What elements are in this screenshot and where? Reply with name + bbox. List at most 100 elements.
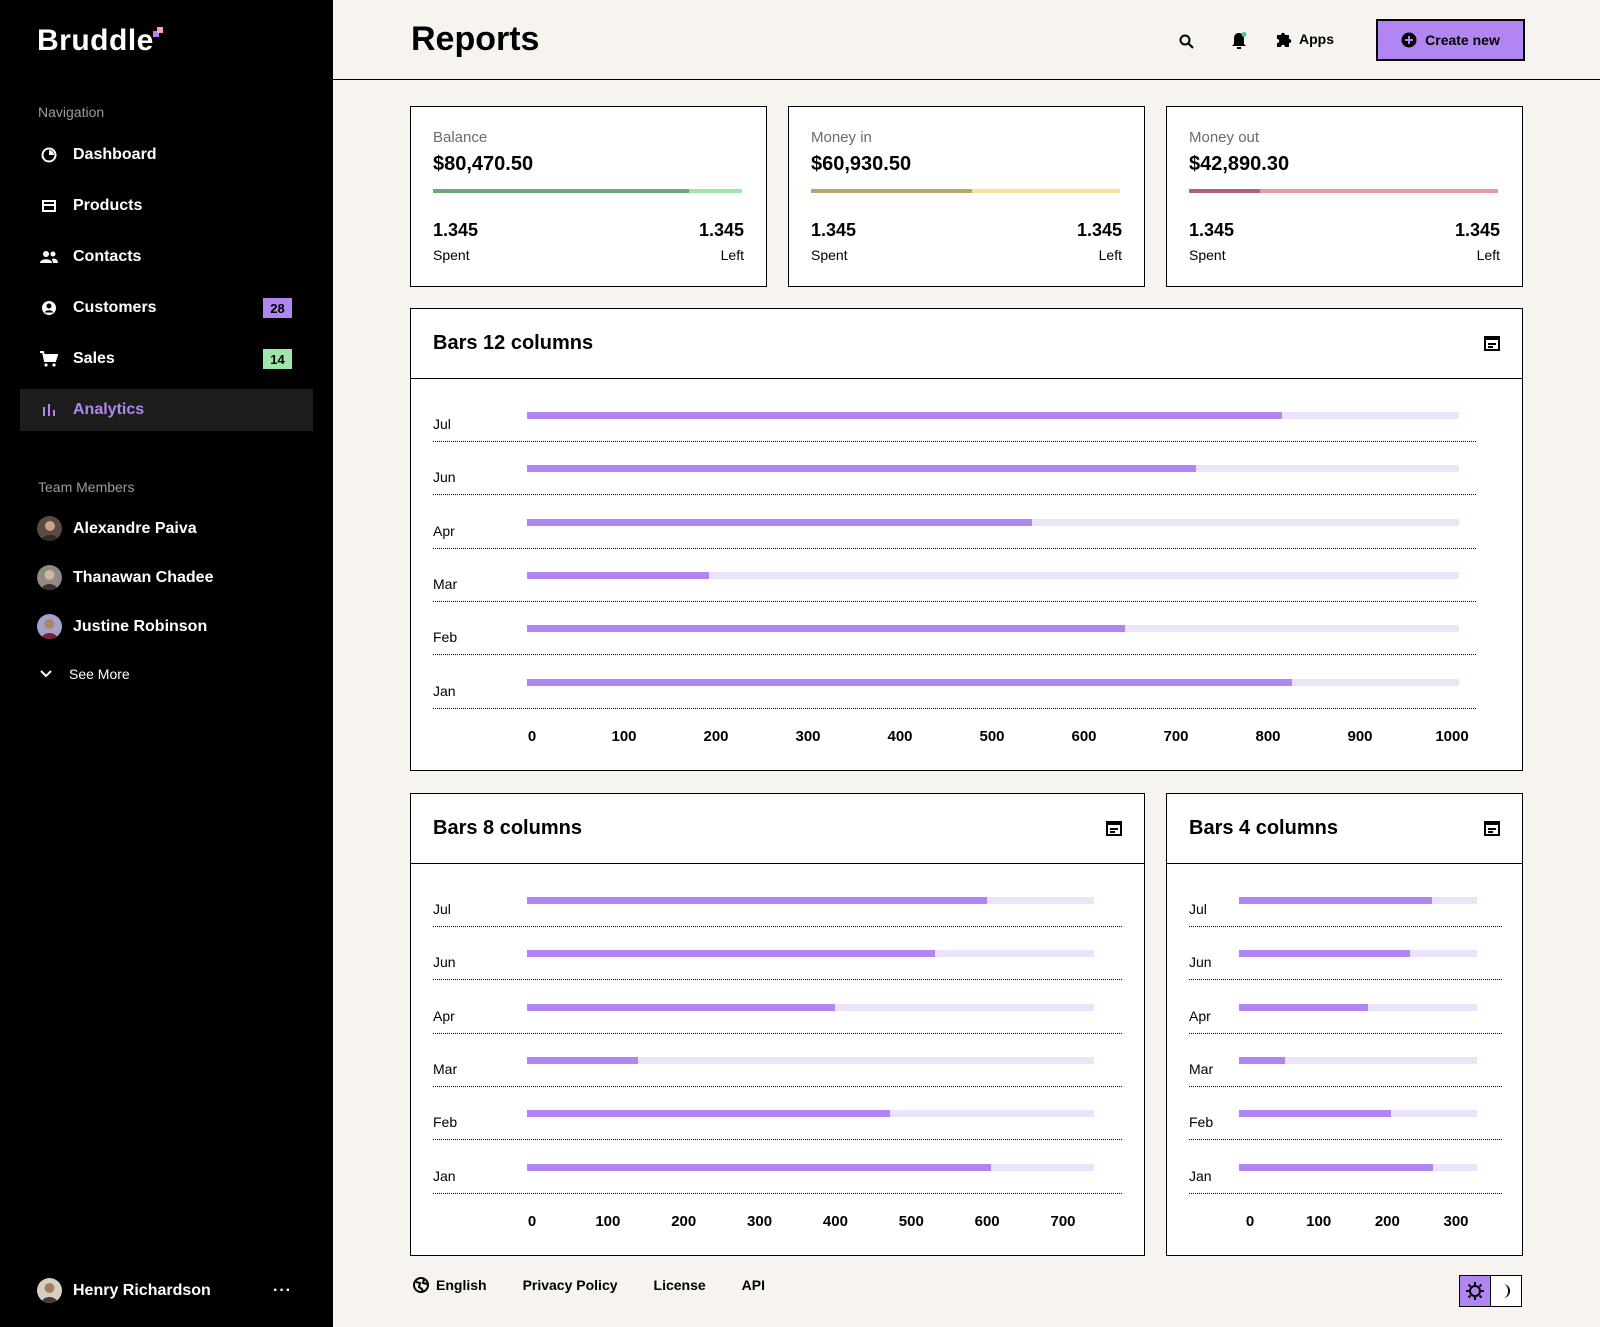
nav-item-products[interactable]: Products <box>20 185 313 227</box>
x-tick-label: 600 <box>974 1213 1000 1230</box>
team-member[interactable]: Justine Robinson <box>37 614 207 639</box>
create-new-button[interactable]: Create new <box>1376 19 1525 61</box>
row-divider <box>433 707 1476 709</box>
category-label: Jul <box>433 901 451 917</box>
more-options-icon[interactable]: ··· <box>273 1282 292 1300</box>
x-tick-label: 700 <box>1163 728 1189 745</box>
bar-track <box>1239 1056 1477 1064</box>
left-value: 1.345 <box>1454 220 1500 240</box>
bar-mar <box>527 571 710 579</box>
bar-apr <box>527 518 1033 526</box>
bar-mar <box>527 1056 639 1064</box>
team-member[interactable]: Alexandre Paiva <box>37 516 197 541</box>
see-more-button[interactable]: See More <box>40 666 130 682</box>
stat-progress-bar <box>1189 189 1498 193</box>
category-label: Jul <box>433 416 451 432</box>
globe-icon <box>413 1277 429 1293</box>
dashboard-icon <box>40 146 58 164</box>
row-divider <box>433 1032 1122 1034</box>
chart-header: Bars 12 columns <box>411 309 1522 379</box>
bar-jan <box>1239 1163 1433 1171</box>
x-tick-label: 300 <box>795 728 821 745</box>
nav-item-sales[interactable]: Sales 14 <box>20 338 313 380</box>
language-selector[interactable]: English <box>413 1277 487 1293</box>
chart-card-bars-4: Bars 4 columns Jul Jun Apr Mar Feb Jan 0 100 200… <box>1166 793 1523 1256</box>
x-tick-label: 400 <box>887 728 913 745</box>
bar-chart-icon <box>40 401 58 419</box>
x-tick-label: 100 <box>1306 1213 1332 1230</box>
logo-mark-icon <box>153 27 163 37</box>
bar-jan <box>527 1163 992 1171</box>
add-circle-icon <box>1401 32 1417 48</box>
nav-item-label: Analytics <box>73 401 145 418</box>
stat-progress-bar <box>433 189 742 193</box>
avatar <box>37 516 62 541</box>
page-title: Reports <box>411 20 540 58</box>
row-divider <box>433 1139 1122 1141</box>
calendar-icon[interactable] <box>1483 819 1501 837</box>
chart-title: Bars 12 columns <box>433 332 594 354</box>
row-divider <box>1189 1085 1502 1087</box>
bar-track <box>527 1163 1094 1171</box>
stat-value: $60,930.50 <box>811 153 912 175</box>
category-label: Apr <box>433 1007 455 1024</box>
bar-feb <box>1239 1110 1392 1118</box>
row-divider <box>433 1192 1122 1194</box>
x-tick-label: 200 <box>703 728 729 745</box>
search-icon[interactable] <box>1175 30 1197 52</box>
x-tick-label: 700 <box>1050 1213 1076 1230</box>
bar-jun <box>527 465 1196 473</box>
bar-feb <box>527 625 1125 633</box>
row-divider <box>1189 926 1502 927</box>
chevron-down-icon <box>40 670 52 678</box>
nav-item-analytics[interactable]: Analytics <box>20 389 313 431</box>
row-divider <box>1189 1032 1502 1034</box>
light-mode-sun-icon[interactable] <box>1460 1276 1491 1306</box>
notification-bell-icon[interactable] <box>1228 30 1250 52</box>
store-icon <box>40 197 58 215</box>
chart-card-bars-12: Bars 12 columns Jul Jun Apr Mar Feb Jan 0 100 20… <box>410 308 1523 771</box>
team-member[interactable]: Thanawan Chadee <box>37 565 213 590</box>
left-value: 1.345 <box>698 220 744 240</box>
nav-item-dashboard[interactable]: Dashboard <box>20 134 313 176</box>
cart-icon <box>40 350 58 368</box>
spent-value: 1.345 <box>811 220 857 240</box>
x-tick-label: 200 <box>671 1213 697 1230</box>
bar-jun <box>1239 950 1411 958</box>
calendar-icon[interactable] <box>1105 819 1123 837</box>
api-link[interactable]: API <box>742 1277 765 1293</box>
bar-track <box>527 518 1459 526</box>
language-label: English <box>436 1277 487 1293</box>
bar-track <box>1239 1163 1477 1171</box>
nav-item-label: Contacts <box>73 248 142 265</box>
spent-label: Spent <box>1189 247 1226 263</box>
stat-value: $80,470.50 <box>433 153 534 175</box>
calendar-icon[interactable] <box>1483 334 1501 352</box>
x-tick-label: 600 <box>1071 728 1097 745</box>
brand-logo[interactable]: Bruddle <box>37 24 154 58</box>
x-tick-label: 100 <box>595 1213 621 1230</box>
license-link[interactable]: License <box>654 1277 706 1293</box>
nav-item-contacts[interactable]: Contacts <box>20 236 313 278</box>
category-label: Jul <box>1189 901 1207 917</box>
chart-title: Bars 8 columns <box>433 817 582 839</box>
spent-value: 1.345 <box>433 220 479 240</box>
stat-label: Money in <box>811 129 872 146</box>
bar-jun <box>527 950 935 958</box>
see-more-label: See More <box>69 666 130 682</box>
stat-progress-bar <box>811 189 1120 193</box>
dark-mode-moon-icon[interactable] <box>1490 1276 1521 1306</box>
current-user[interactable]: Henry Richardson <box>37 1278 211 1303</box>
nav-item-customers[interactable]: Customers 28 <box>20 287 313 329</box>
row-divider <box>433 600 1476 602</box>
privacy-policy-link[interactable]: Privacy Policy <box>523 1277 618 1293</box>
row-divider <box>433 926 1122 927</box>
apps-button[interactable]: Apps <box>1275 30 1334 48</box>
x-tick-label: 0 <box>527 728 537 745</box>
account-circle-icon <box>40 299 58 317</box>
bar-track <box>527 1056 1094 1064</box>
theme-toggle[interactable] <box>1459 1275 1522 1307</box>
row-divider <box>433 494 1476 496</box>
bar-track <box>527 678 1459 686</box>
x-tick-label: 800 <box>1255 728 1281 745</box>
